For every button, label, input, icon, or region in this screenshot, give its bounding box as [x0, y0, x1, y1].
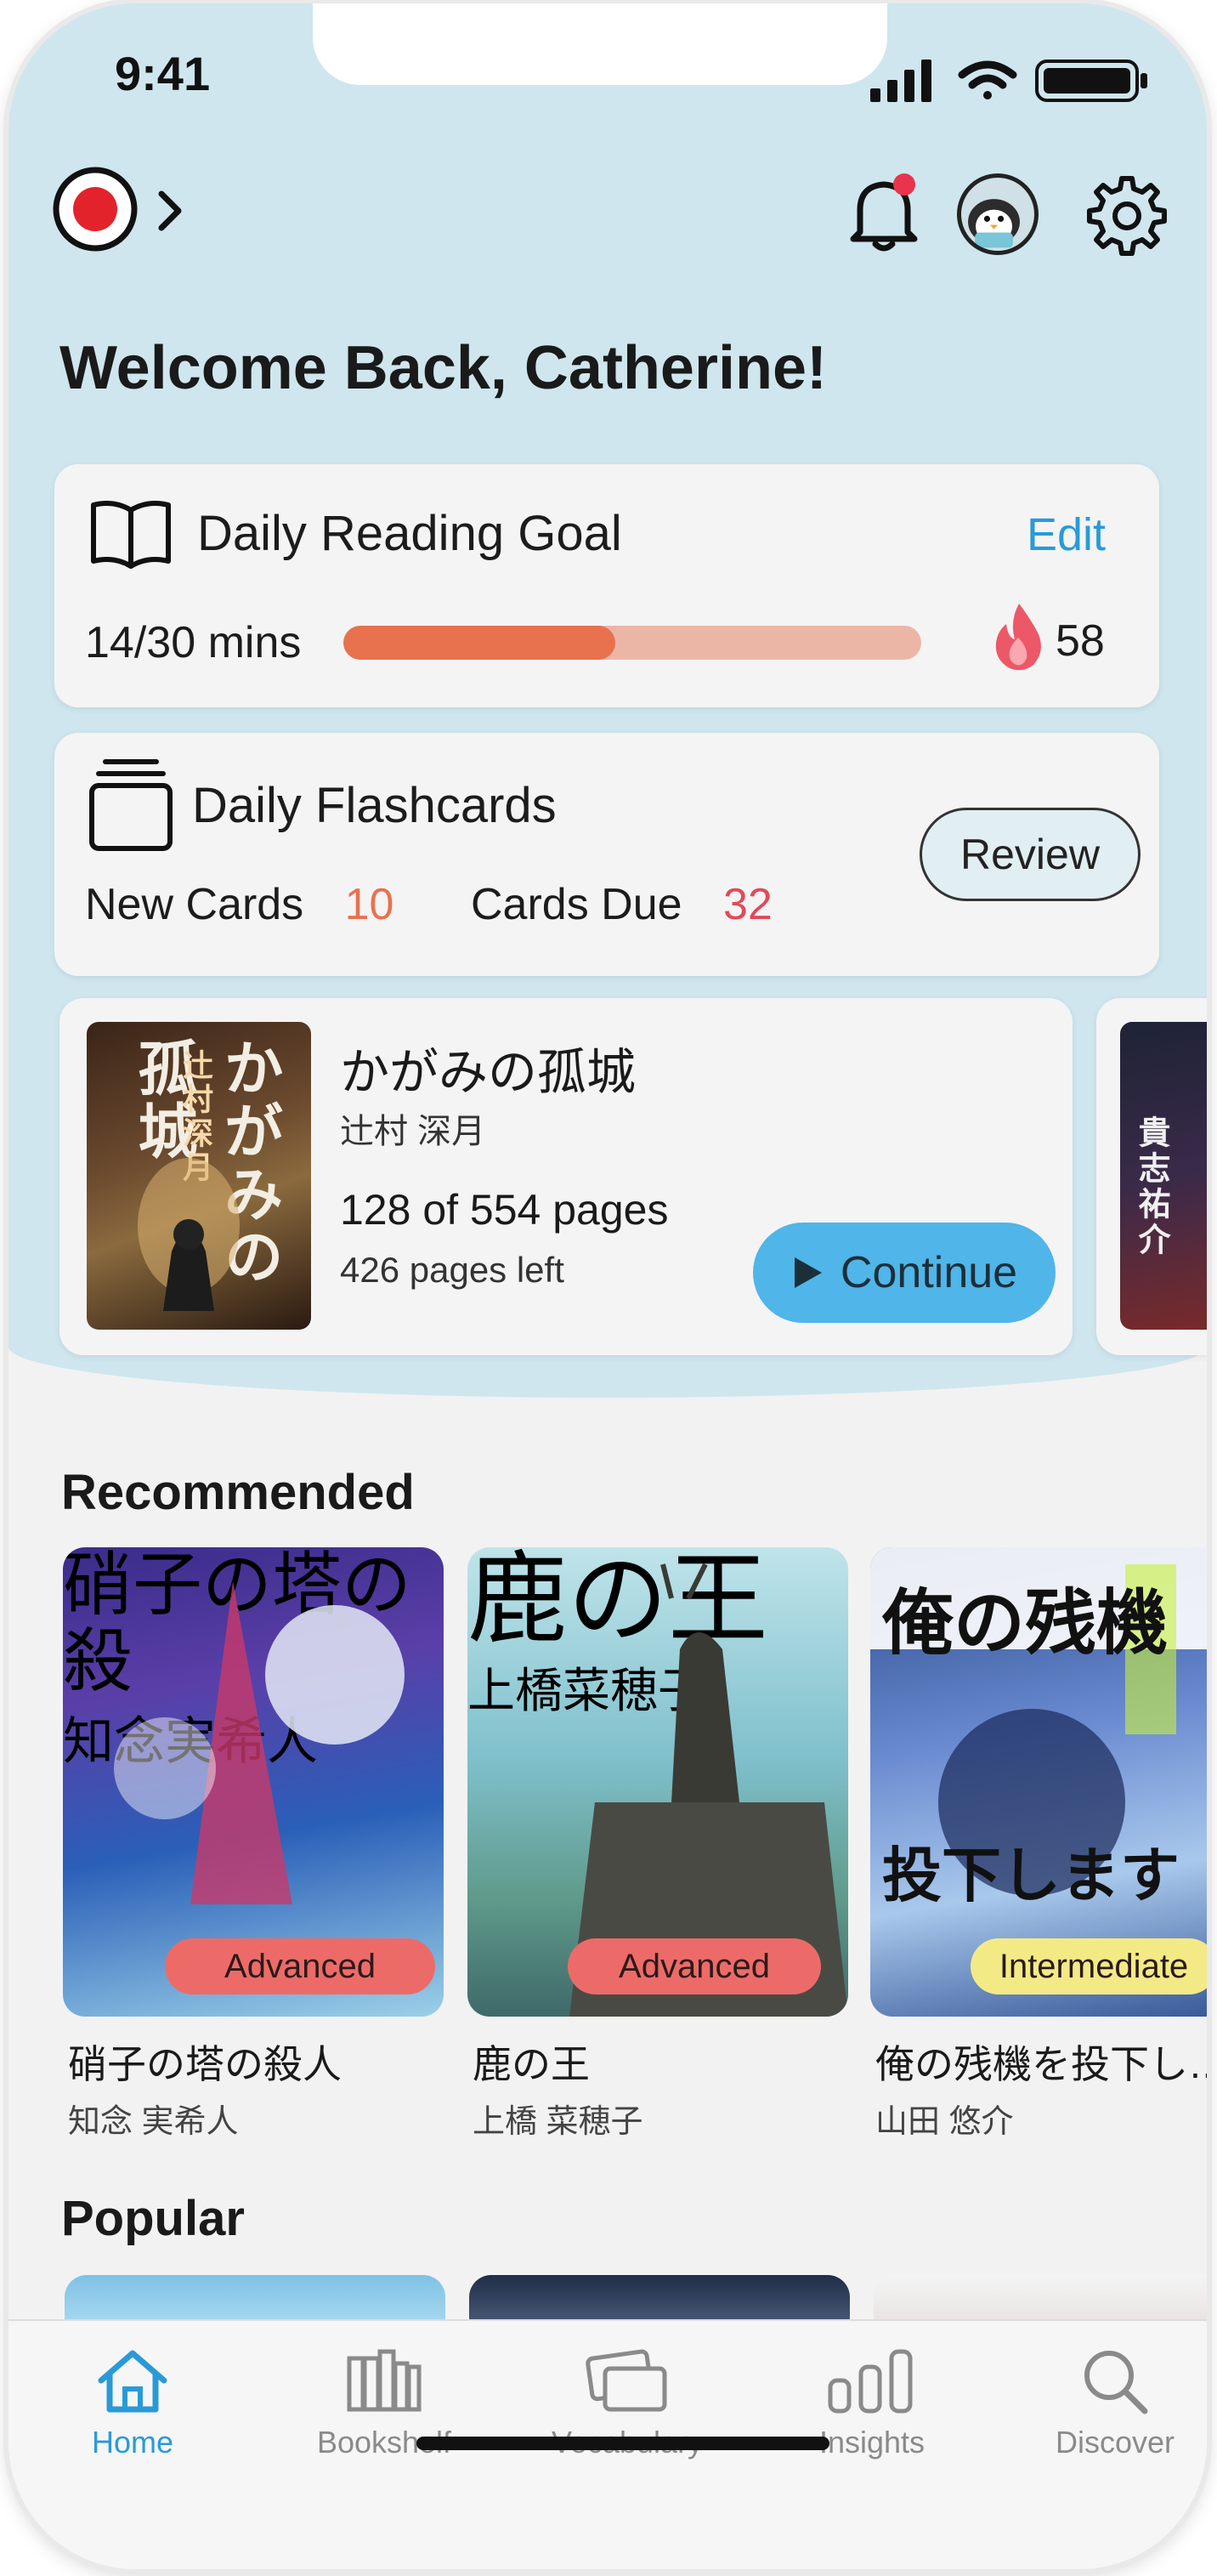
- reading-progress-text: 14/30 mins: [85, 618, 302, 667]
- tab-insights[interactable]: Insights: [770, 2346, 974, 2474]
- tab-home[interactable]: Home: [31, 2346, 235, 2474]
- tab-label: Discover: [1055, 2425, 1175, 2460]
- settings-gear-icon[interactable]: [1084, 172, 1169, 257]
- status-time: 9:41: [115, 47, 211, 100]
- level-badge: Advanced: [568, 1938, 821, 1994]
- search-icon: [1084, 2351, 1148, 2414]
- reading-goal-title: Daily Reading Goal: [197, 506, 622, 561]
- reading-progress-bar: [343, 626, 921, 660]
- recommended-book-author-3: 山田 悠介: [875, 2104, 1014, 2140]
- notification-bell-icon[interactable]: [841, 169, 926, 254]
- play-icon: [794, 1257, 822, 1288]
- level-badge: Advanced: [165, 1938, 435, 1994]
- insights-icon: [828, 2349, 913, 2414]
- welcome-heading: Welcome Back, Catherine!: [59, 334, 827, 402]
- open-book-icon: [91, 501, 171, 569]
- tab-label: Home: [91, 2425, 174, 2460]
- tab-vocabulary[interactable]: Vocabulary: [525, 2346, 729, 2474]
- current-book-author: 辻村 深月: [340, 1113, 486, 1150]
- device-notch: [313, 3, 887, 85]
- rec-cover-subtitle-3: 投下します: [882, 1840, 1180, 1910]
- next-cover-author: 貴志祐介: [1133, 1115, 1171, 1258]
- new-cards-label: New Cards: [85, 880, 304, 929]
- recommended-heading: Recommended: [61, 1465, 415, 1520]
- bookshelf-icon: [347, 2349, 422, 2412]
- vocabulary-icon: [586, 2349, 667, 2412]
- popular-heading: Popular: [61, 2191, 245, 2246]
- daily-flashcards-card: Daily Flashcards New Cards 10 Cards Due …: [54, 733, 1159, 976]
- cards-due-row: Cards Due 32: [471, 879, 773, 930]
- new-cards-count: 10: [344, 880, 394, 929]
- notification-dot: [893, 173, 915, 196]
- home-indicator: [416, 2437, 829, 2450]
- daily-reading-goal-card: Daily Reading Goal Edit 14/30 mins 58: [54, 464, 1159, 707]
- current-book-progress: 128 of 554 pages: [340, 1186, 669, 1234]
- rec-cover-title-3: 俺の残機: [882, 1580, 1169, 1665]
- wifi-icon: [958, 60, 1017, 99]
- avatar[interactable]: [957, 173, 1039, 255]
- flashcards-stack-icon: [89, 759, 173, 851]
- current-book-pages-left: 426 pages left: [340, 1250, 564, 1290]
- recommended-book-title-1: 硝子の塔の殺人: [68, 2042, 342, 2086]
- recommended-book-cover-2[interactable]: 鹿の王 上橋菜穂子 Advanced: [467, 1547, 848, 2017]
- cards-due-label: Cards Due: [471, 880, 682, 929]
- recommended-book-title-3: 俺の残機を投下し…: [875, 2042, 1207, 2086]
- recommended-book-author-2: 上橋 菜穂子: [473, 2104, 643, 2140]
- chevron-right-icon: [158, 190, 182, 231]
- continue-label: Continue: [840, 1248, 1018, 1297]
- reading-progress-fill: [343, 626, 615, 660]
- cards-due-count: 32: [723, 880, 773, 929]
- flame-icon: [995, 604, 1041, 671]
- tab-discover[interactable]: Discover: [1013, 2346, 1207, 2474]
- signal-icon: [870, 60, 931, 102]
- current-book-card[interactable]: かがみの孤城 辻村深月 かがみの孤城 辻村 深月 128 of 554 page…: [59, 998, 1073, 1355]
- status-icons: [870, 60, 1147, 102]
- recommended-book-title-2: 鹿の王: [473, 2042, 590, 2086]
- recommended-book-cover-1[interactable]: 硝子の塔の殺 知念実希人 Advanced: [63, 1547, 444, 2017]
- review-button[interactable]: Review: [920, 808, 1141, 901]
- recommended-book-cover-3[interactable]: 俺の残機 投下します Intermediate: [870, 1547, 1207, 2017]
- continue-reading-button[interactable]: Continue: [753, 1223, 1056, 1323]
- next-book-card[interactable]: 貴志祐介: [1096, 998, 1207, 1355]
- new-cards-row: New Cards 10: [85, 879, 393, 930]
- next-book-cover[interactable]: 貴志祐介: [1120, 1022, 1207, 1330]
- edit-goal-link[interactable]: Edit: [1027, 508, 1106, 561]
- home-icon: [98, 2350, 167, 2413]
- current-book-title: かがみの孤城: [340, 1045, 637, 1100]
- battery-icon: [1035, 60, 1147, 102]
- cover-illustration: [138, 1158, 240, 1311]
- streak-count: 58: [1056, 616, 1105, 666]
- phone-screen: 9:41 Welcome Back, Catherine! Daily Read…: [8, 3, 1207, 2569]
- level-badge: Intermediate: [971, 1938, 1207, 1994]
- tab-bookshelf[interactable]: Bookshelf: [282, 2346, 486, 2474]
- recommended-book-author-1: 知念 実希人: [68, 2104, 239, 2140]
- current-book-cover[interactable]: かがみの孤城 辻村深月: [87, 1022, 311, 1330]
- record-button[interactable]: [51, 165, 195, 258]
- flashcards-title: Daily Flashcards: [192, 778, 557, 833]
